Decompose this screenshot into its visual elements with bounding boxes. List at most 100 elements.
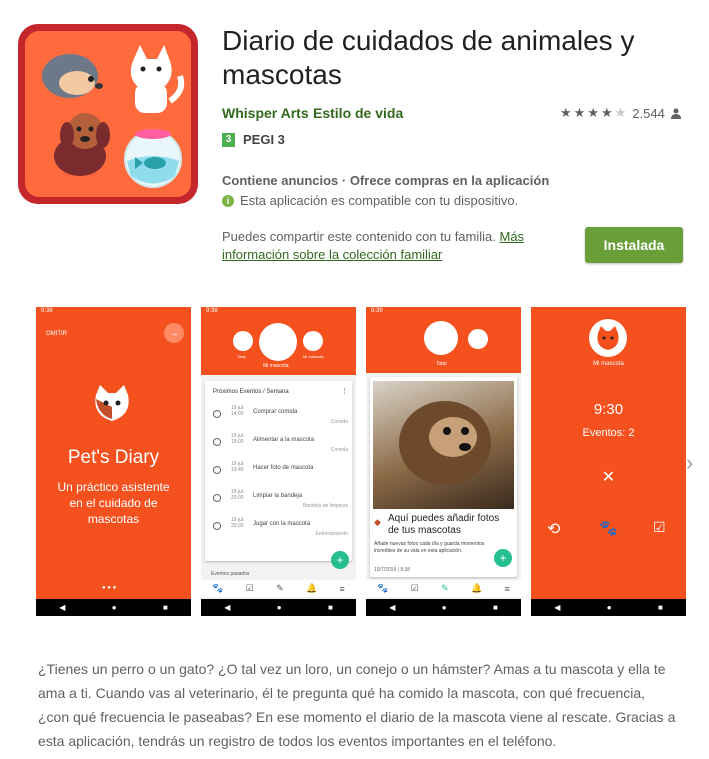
events-count: Eventos: 2: [582, 427, 635, 439]
menu-icon[interactable]: ≡: [505, 584, 510, 594]
checklist-icon[interactable]: ☑: [246, 583, 254, 594]
status-bar: 9:38: [206, 308, 218, 314]
event-tag: Comida: [330, 447, 348, 453]
back-icon: ◀: [59, 603, 66, 612]
paw-icon[interactable]: 🐾: [599, 519, 618, 537]
history-icon[interactable]: ⟲: [547, 519, 560, 539]
radio[interactable]: [213, 494, 221, 502]
pet-label: Mi mascota: [593, 361, 624, 367]
family-text: Puedes compartir este contenido con tu f…: [222, 229, 496, 244]
category-link[interactable]: Estilo de vida: [313, 105, 403, 121]
event-date: 19 jul. 19:00: [231, 433, 245, 445]
recents-icon: ■: [327, 603, 333, 612]
add-fab[interactable]: +: [331, 551, 349, 569]
skip-label: OMITIR: [46, 331, 67, 337]
radio[interactable]: [213, 466, 221, 474]
event-name: Limpiar la bandeja: [253, 493, 303, 499]
app-name: Pet's Diary: [67, 447, 160, 468]
events-card: Próximos Eventos / Semana ⋮ 19 jul. 14:00…: [205, 381, 352, 561]
menu-icon[interactable]: ≡: [340, 584, 345, 594]
radio[interactable]: [213, 410, 221, 418]
event-date: 19 jul. 14:00: [231, 405, 245, 417]
app-description: ¿Tienes un perro o un gato? ¿O tal vez u…: [38, 661, 676, 749]
list-item[interactable]: 19 jul. 19:00 Alimentar a la mascota Comida: [213, 433, 348, 457]
paw-icon[interactable]: 🐾: [212, 583, 223, 594]
task-icon[interactable]: ☑: [653, 519, 666, 536]
event-date: 19 jul. 20:00: [231, 489, 245, 501]
status-bar: 9:38: [41, 308, 53, 314]
screenshot-2[interactable]: 9:38 Total Mi mascota Mi mascota Próximo…: [201, 307, 356, 616]
clock-time: 9:30: [593, 401, 624, 418]
event-name: Jugar con la mascota: [253, 521, 311, 527]
developer-link[interactable]: Whisper Arts: [222, 105, 309, 121]
event-date: 19 jul. 19:40: [231, 461, 245, 473]
recents-icon: ■: [492, 603, 498, 612]
post-card: ◆ Aquí puedes añadir fotos de tus mascot…: [370, 377, 517, 577]
info-icon: i: [222, 194, 234, 207]
more-vert-icon: ⋮: [341, 388, 348, 395]
pet-avatar-main: [259, 323, 297, 361]
chevron-right-icon[interactable]: ›: [686, 450, 693, 476]
compat-text: Esta aplicación es compatible con tu dis…: [240, 193, 519, 208]
android-nav: ◀ ● ■: [36, 599, 191, 616]
star-icon: ★: [573, 105, 586, 120]
install-button[interactable]: Instalada: [585, 227, 683, 263]
radio[interactable]: [213, 522, 221, 530]
back-icon: ◀: [389, 603, 396, 612]
bell-icon[interactable]: 🔔: [471, 583, 482, 594]
app-title: Diario de cuidados de animales y mascota…: [222, 25, 635, 90]
back-icon: ◀: [554, 603, 561, 612]
pegi-badge: 3: [222, 132, 235, 147]
post-text: Añade nuevas fotos cada día y guarda mom…: [374, 541, 485, 554]
android-nav: ◀ ● ■: [531, 599, 686, 616]
android-nav: ◀ ● ■: [366, 599, 521, 616]
star-icon: ★: [600, 105, 613, 120]
radio[interactable]: [213, 438, 221, 446]
person-icon: [670, 108, 681, 119]
ads-notice: Contiene anuncios · Ofrece compras en la…: [222, 173, 550, 188]
event-name: Comprar comida: [253, 409, 298, 415]
close-icon[interactable]: ✕: [531, 467, 686, 487]
screenshot-1[interactable]: 9:38 OMITIR → Pet's Diary Un práctico as…: [36, 307, 191, 616]
home-icon: ●: [276, 603, 282, 612]
recents-icon: ■: [657, 603, 663, 612]
post-title: Aquí puedes añadir fotos de tus mascotas: [388, 513, 500, 536]
pegi-rating: 3 PEGI 3: [222, 132, 285, 147]
event-tag: Entrenamiento: [315, 531, 348, 537]
tab-label: Total: [237, 354, 246, 359]
paw-icon[interactable]: 🐾: [377, 583, 388, 594]
rating: ★ ★ ★ ★ ★ 2.544: [560, 105, 681, 121]
tab-label: Mi mascota: [303, 354, 324, 359]
list-item[interactable]: 19 jul. 19:40 Hacer foto de mascota: [213, 461, 348, 485]
cat-icon: [597, 326, 619, 350]
pencil-icon[interactable]: ✎: [441, 583, 449, 594]
event-tag: Bandeja de limpieza: [302, 503, 348, 509]
page-dots: ● ● ●: [102, 585, 117, 591]
bottom-tabs: 🐾 ☑ ✎ 🔔 ≡: [201, 580, 356, 597]
dog-photo: [373, 381, 514, 509]
checklist-icon[interactable]: ☑: [411, 583, 419, 594]
cat-logo-icon: [95, 385, 129, 421]
screenshot-4[interactable]: Mi mascota 9:30 Eventos: 2 ✕ ⟲ 🐾 ☑ ◀ ● ■: [531, 307, 686, 616]
family-sharing: Puedes compartir este contenido con tu f…: [222, 228, 542, 264]
pencil-icon[interactable]: ✎: [276, 583, 284, 594]
screenshot-3[interactable]: 9:39 Total ◆ Aquí puedes añadir fotos de…: [366, 307, 521, 616]
status-bar: 9:39: [371, 308, 383, 314]
pet-avatar-main: [589, 319, 627, 357]
list-item[interactable]: 19 jul. 14:00 Comprar comida Comida: [213, 405, 348, 429]
list-item[interactable]: 19 jul. 20:00 Limpiar la bandeja Bandeja de…: [213, 489, 348, 513]
star-empty-icon: ★: [614, 105, 627, 120]
tab-label: Mi mascota: [263, 363, 289, 369]
add-fab[interactable]: +: [494, 549, 512, 567]
pet-avatar: [468, 329, 488, 349]
home-icon: ●: [111, 603, 117, 612]
list-item[interactable]: 19 jul. 20:30 Jugar con la mascota Entrenam…: [213, 517, 348, 541]
pet-avatar: [303, 331, 323, 351]
star-icon: ★: [560, 105, 572, 120]
pegi-label: PEGI 3: [243, 132, 285, 147]
event-tag: Comida: [330, 419, 348, 425]
app-icon-art: [42, 45, 185, 188]
bell-icon[interactable]: 🔔: [306, 583, 317, 594]
next-arrow-icon: →: [164, 323, 184, 343]
pet-avatar: [233, 331, 253, 351]
